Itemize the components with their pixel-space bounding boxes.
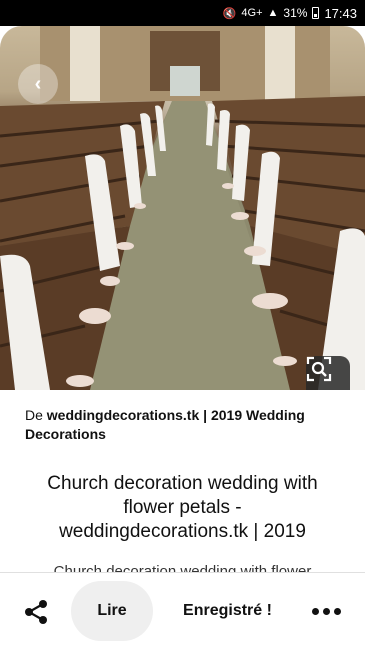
mute-icon: 🔇	[222, 7, 237, 20]
pin-description-text: Church decoration wedding with flower	[53, 563, 312, 572]
pin-source[interactable]: De weddingdecorations.tk | 2019 Wedding …	[25, 406, 345, 444]
source-prefix: De	[25, 407, 47, 423]
pin-description: Church decoration wedding with flower	[20, 562, 345, 572]
battery-icon	[312, 7, 320, 19]
visual-search-button[interactable]	[306, 356, 350, 390]
read-button[interactable]: Lire	[71, 581, 153, 641]
clock: 17:43	[324, 5, 357, 21]
status-bar: 🔇 4G+ ▲ 31% 17:43	[0, 0, 365, 26]
pin-image[interactable]: ‹	[0, 26, 365, 390]
pin-title: Church decoration wedding with flower pe…	[47, 473, 318, 542]
network-label: 4G+	[241, 7, 263, 19]
battery-percent: 31%	[283, 6, 308, 20]
more-options-icon[interactable]	[312, 606, 342, 616]
signal-icon: ▲	[267, 7, 279, 19]
share-icon[interactable]	[22, 598, 50, 626]
lens-search-icon	[306, 356, 332, 382]
action-bar: Lire Enregistré !	[0, 572, 365, 650]
back-button[interactable]: ‹	[18, 64, 58, 104]
chevron-left-icon: ‹	[34, 72, 42, 95]
source-domain[interactable]: weddingdecorations.tk	[47, 407, 199, 423]
action-bar-divider	[0, 572, 365, 573]
saved-button[interactable]: Enregistré !	[170, 592, 285, 630]
